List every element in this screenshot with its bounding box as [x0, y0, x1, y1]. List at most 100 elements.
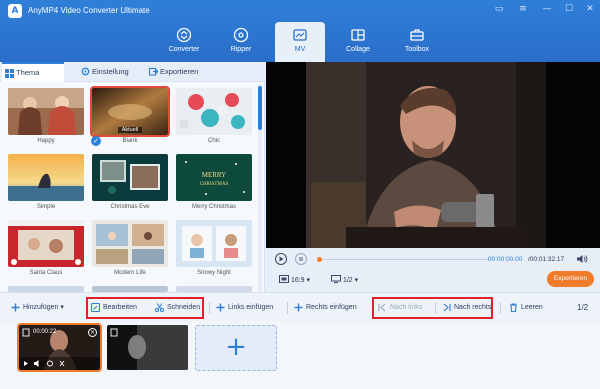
christmas-eve-thumbnail	[92, 154, 168, 201]
chat-icon[interactable]: ▭	[492, 4, 506, 14]
app-title: AnyMP4 Video Converter Ultimate	[28, 6, 150, 15]
theme-thumb-snowy-night[interactable]	[176, 220, 252, 267]
nav-mv[interactable]: MV	[275, 22, 325, 62]
nav-mv-label: MV	[294, 46, 306, 53]
add-button[interactable]: Hinzufügen ▾	[11, 301, 64, 315]
theme-label-santa-claus: Santa Claus	[29, 270, 63, 276]
export-icon	[149, 67, 158, 76]
scrollbar-thumb[interactable]	[258, 86, 262, 130]
scissors-icon	[155, 303, 164, 312]
total-time: /00:01:32.17	[528, 256, 565, 263]
theme-label-happy: Happy	[37, 138, 55, 144]
theme-thumb-santa-claus[interactable]	[8, 220, 84, 267]
chevron-down-icon: ▾	[60, 304, 64, 311]
timeline-clip-1[interactable]: 00:00:22 ×	[17, 323, 102, 372]
app-header: A AnyMP4 Video Converter Ultimate ▭ ≡ — …	[0, 0, 600, 62]
santa-claus-thumbnail	[8, 220, 84, 267]
insert-right-label: Rechts einfügen	[306, 304, 357, 311]
edit-button[interactable]: Bearbeiten	[91, 301, 137, 315]
app-logo: A	[8, 4, 22, 18]
toolbar-divider	[500, 302, 501, 314]
theme-thumb-blank[interactable]: Aktuell	[90, 86, 170, 137]
plus-icon	[294, 303, 303, 312]
cut-button[interactable]: Schneiden	[155, 301, 200, 315]
theme-scrollbar[interactable]	[258, 84, 262, 292]
add-clip-button[interactable]: +	[195, 325, 277, 371]
theme-thumb-merry-christmas[interactable]: MERRY CHRISTMAS	[176, 154, 252, 201]
theme-thumb-simple[interactable]	[8, 154, 84, 201]
app-logo-letter: A	[11, 6, 19, 16]
nav-ripper-label: Ripper	[230, 46, 252, 53]
converter-icon	[176, 27, 192, 43]
progress-handle[interactable]	[317, 257, 322, 262]
minimize-icon[interactable]: —	[540, 4, 554, 14]
collage-icon	[351, 29, 365, 41]
merry-christmas-thumbnail: MERRY CHRISTMAS	[176, 154, 252, 201]
tab-exportieren-label: Exportieren	[160, 67, 199, 76]
clip-toolbar: Hinzufügen ▾ Bearbeiten Schneiden Links …	[0, 292, 600, 322]
theme-thumb-christmas-eve[interactable]	[92, 154, 168, 201]
nav-converter[interactable]: Converter	[159, 22, 209, 62]
insert-left-label: Links einfügen	[228, 304, 274, 311]
timeline-clip-2[interactable]	[107, 325, 188, 370]
tab-exportieren[interactable]: Exportieren	[146, 62, 216, 82]
menu-icon[interactable]: ≡	[516, 4, 530, 14]
insert-right-button[interactable]: Rechts einfügen	[294, 301, 357, 315]
tab-einstellung[interactable]: Einstellung	[78, 62, 140, 82]
volume-icon[interactable]	[576, 254, 588, 264]
close-icon[interactable]: ✕	[583, 4, 597, 14]
add-label: Hinzufügen	[23, 304, 59, 311]
move-left-icon	[378, 303, 386, 312]
edit-icon	[91, 303, 100, 312]
plus-icon: +	[225, 332, 247, 362]
theme-panel: Thema Einstellung Exportieren Aktuell Ha…	[0, 62, 265, 292]
grid-icon	[5, 69, 14, 78]
clear-label: Leeren	[521, 304, 543, 311]
edit-label: Bearbeiten	[103, 304, 137, 311]
play-button[interactable]	[275, 253, 287, 265]
main-nav: Converter Ripper MV Collage Toolbox	[0, 22, 600, 62]
aspect-value: 16:9	[290, 277, 305, 284]
panel-tabs: Thema Einstellung Exportieren	[0, 62, 265, 82]
move-right-button[interactable]: Nach rechts	[442, 301, 491, 315]
aspect-ratio-select[interactable]: 16:9 ▾	[279, 275, 310, 284]
video-preview[interactable]	[266, 62, 600, 248]
clip-2-thumbnail	[107, 325, 188, 370]
plus-icon	[11, 303, 20, 312]
page-indicator: 1/2	[577, 303, 589, 312]
player-controls: 00:00:00.00 /00:01:32.17 16:9 ▾ 1/2 ▾ Ex…	[266, 248, 600, 292]
nav-toolbox[interactable]: Toolbox	[392, 22, 442, 62]
remove-clip-icon[interactable]: ×	[88, 328, 97, 337]
disc-icon	[233, 27, 249, 43]
progress-bar[interactable]	[317, 257, 489, 262]
clear-button[interactable]: Leeren	[509, 301, 543, 315]
settings-icon	[81, 67, 90, 76]
tab-thema[interactable]: Thema	[2, 62, 64, 82]
move-left-button[interactable]: Nach links	[378, 301, 422, 315]
current-time: 00:00:00.00	[488, 256, 523, 263]
page-select[interactable]: 1/2 ▾	[331, 275, 358, 284]
timeline: 00:00:22 × +	[0, 322, 600, 389]
current-badge-label: Aktuell	[117, 127, 143, 133]
theme-label-modern-life: Modern Life	[114, 270, 146, 276]
maximize-icon[interactable]: ☐	[562, 4, 576, 14]
stop-button[interactable]	[295, 253, 307, 265]
toolbar-divider	[287, 302, 288, 314]
cut-label: Schneiden	[167, 304, 201, 311]
simple-thumbnail	[8, 154, 84, 201]
theme-thumb-modern-life[interactable]	[92, 220, 168, 267]
aspect-icon	[279, 275, 289, 283]
trash-icon	[510, 303, 517, 312]
move-right-icon	[443, 303, 451, 312]
theme-thumb-happy[interactable]	[8, 88, 84, 135]
export-button[interactable]: Exportieren	[547, 271, 594, 287]
insert-left-button[interactable]: Links einfügen	[216, 301, 273, 315]
nav-collage-label: Collage	[346, 46, 370, 53]
modern-life-thumbnail	[92, 220, 168, 267]
nav-ripper[interactable]: Ripper	[216, 22, 266, 62]
theme-thumb-chic[interactable]	[176, 88, 252, 135]
nav-collage[interactable]: Collage	[333, 22, 383, 62]
clip-1-duration: 00:00:22	[33, 329, 57, 335]
theme-label-merry-christmas: Merry Christmas	[191, 204, 236, 210]
theme-label-christmas-eve: Christmas Eve	[110, 204, 150, 210]
